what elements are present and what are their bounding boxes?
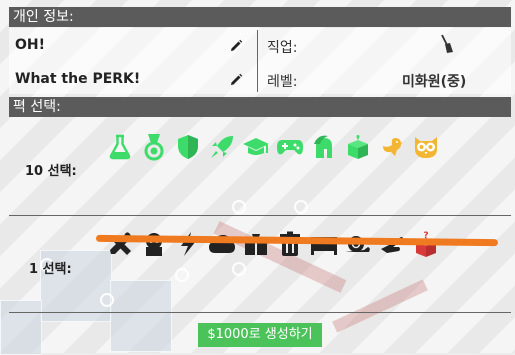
edit-name-pencil-icon[interactable] — [229, 39, 243, 53]
flask-icon[interactable] — [103, 132, 137, 162]
robot-icon[interactable] — [137, 229, 171, 259]
edit-tagline-pencil-icon[interactable] — [229, 73, 243, 87]
level-value: 미화원(중) — [402, 74, 467, 90]
cloud-icon[interactable] — [205, 229, 239, 259]
bird-icon[interactable] — [375, 132, 409, 162]
character-name[interactable]: OH! — [15, 37, 45, 53]
character-panel: 개인 정보: OH! What the PERK! 직업: 레벨: 미화원(중)… — [0, 0, 515, 353]
level-label: 레벨: — [267, 74, 298, 90]
job-label: 직업: — [267, 40, 298, 56]
gift-box-icon[interactable] — [341, 132, 375, 162]
graduation-cap-icon[interactable] — [239, 132, 273, 162]
lightning-icon[interactable] — [171, 229, 205, 259]
personal-info-header: 개인 정보: — [9, 7, 511, 27]
owl-icon[interactable] — [409, 132, 443, 162]
perk-group-1-label: 1 선택: — [29, 262, 72, 277]
gamepad-icon[interactable] — [273, 132, 307, 162]
bottom-divider — [9, 312, 511, 313]
suit-icon[interactable] — [239, 229, 273, 259]
info-divider — [257, 30, 258, 92]
tools-icon[interactable] — [103, 229, 137, 259]
perk-group-10-label: 10 선택: — [25, 164, 77, 179]
character-tagline[interactable]: What the PERK! — [15, 71, 140, 87]
medal-icon[interactable] — [137, 132, 171, 162]
rocket-icon[interactable] — [205, 132, 239, 162]
perk-group-divider — [9, 215, 511, 216]
shield-icon[interactable] — [171, 132, 205, 162]
perk-select-header: 펵 선택: — [9, 97, 511, 117]
generate-character-button[interactable]: $1000로 생성하기 — [198, 323, 322, 347]
perk-group-10-icons — [103, 132, 443, 162]
spartan-helmet-icon[interactable] — [307, 132, 341, 162]
broom-icon — [441, 34, 453, 53]
